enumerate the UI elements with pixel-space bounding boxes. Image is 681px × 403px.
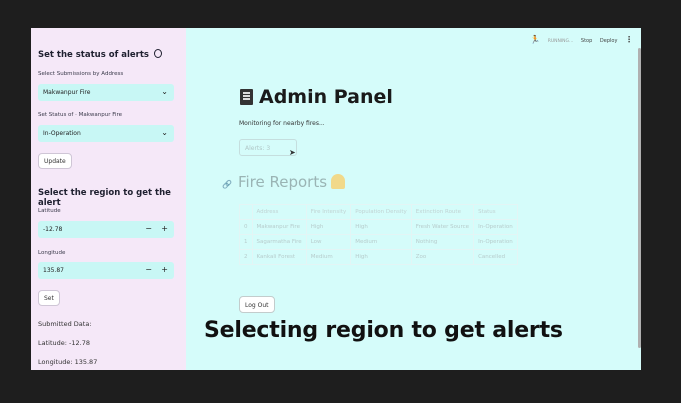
column-header[interactable]: Population Density (350, 204, 412, 220)
more-menu-icon[interactable]: ⋮ (625, 35, 633, 44)
column-header[interactable]: Address (251, 204, 307, 220)
table-row: 1 Sagarmatha Fire Low Medium Nothing In-… (239, 234, 518, 250)
address-select[interactable]: Makwanpur Fire ⌄ (38, 84, 174, 101)
status-select[interactable]: In-Operation ⌄ (38, 125, 174, 142)
bell-icon (331, 174, 346, 189)
decrement-button[interactable]: − (145, 224, 152, 233)
link-icon[interactable]: 🔗 (222, 180, 232, 189)
increment-button[interactable]: + (161, 224, 168, 233)
table-cell: Kankali Forest (251, 249, 307, 265)
increment-button[interactable]: + (161, 265, 168, 274)
table-cell: Medium (350, 234, 412, 250)
column-header[interactable]: Status (473, 204, 518, 220)
longitude-input[interactable]: 135.87 − + (38, 262, 174, 279)
scrollbar[interactable] (638, 48, 641, 348)
table-cell: Sagarmatha Fire (251, 234, 307, 250)
table-cell: In-Operation (473, 219, 518, 235)
chevron-down-icon: ⌄ (161, 128, 168, 137)
table-cell: 2 (239, 249, 253, 265)
video-caption: Selecting region to get alerts (204, 318, 563, 343)
running-status: RUNNING... (547, 39, 574, 44)
region-title: Select the region to get the alert (38, 188, 171, 208)
table-cell: Zoo (410, 249, 475, 265)
table-cell: Nothing (410, 234, 475, 250)
latitude-input[interactable]: -12.78 − + (38, 221, 174, 238)
table-row: 2 Kankali Forest Medium High Zoo Cancell… (239, 249, 518, 265)
table-cell: 1 (239, 234, 253, 250)
table-cell: 0 (239, 219, 253, 235)
column-header[interactable]: Extinction Route (410, 204, 475, 220)
table-cell: High (305, 219, 352, 235)
logout-button[interactable]: Log Out (239, 296, 275, 313)
table-cell: High (350, 249, 412, 265)
page-title: Admin Panel (240, 86, 393, 108)
fire-reports-table: Address Fire Intensity Population Densit… (239, 204, 518, 265)
status-title: Set the status of alerts (38, 49, 162, 60)
column-header (239, 204, 253, 220)
submitted-data-label: Submitted Data: (38, 320, 92, 328)
table-header-row: Address Fire Intensity Population Densit… (239, 204, 518, 220)
table-cell: Medium (305, 249, 352, 265)
latitude-label: Latitude (38, 208, 61, 214)
status-select-label: Set Status of · Makwanpur Fire (38, 112, 123, 118)
mouse-cursor-icon: ➤ (289, 148, 296, 157)
update-button[interactable]: Update (38, 153, 72, 169)
submitted-longitude: Longitude: 135.87 (38, 358, 98, 366)
stop-button[interactable]: Stop (581, 38, 592, 44)
deploy-button[interactable]: Deploy (600, 38, 618, 44)
top-toolbar: 🏃 RUNNING... Stop Deploy ⋮ (524, 35, 633, 44)
monitoring-text: Monitoring for nearby fires... (239, 120, 325, 127)
longitude-label: Longitude (38, 250, 66, 256)
table-row: 0 Makwanpur Fire High High Fresh Water S… (239, 219, 518, 235)
column-header[interactable]: Fire Intensity (305, 204, 352, 220)
running-icon: 🏃 (530, 35, 541, 44)
file-cabinet-icon (240, 89, 253, 105)
table-cell: Fresh Water Source (410, 219, 475, 235)
fire-reports-heading: 🔗 Fire Reports (222, 173, 346, 191)
table-cell: Cancelled (473, 249, 518, 265)
submitted-latitude: Latitude: -12.78 (38, 339, 90, 347)
set-button[interactable]: Set (38, 290, 60, 306)
table-cell: Low (305, 234, 352, 250)
decrement-button[interactable]: − (145, 265, 152, 274)
chevron-down-icon: ⌄ (161, 87, 168, 96)
table-cell: Makwanpur Fire (251, 219, 307, 235)
video-frame: Set the status of alerts Select Submissi… (0, 0, 681, 403)
select-address-label: Select Submissions by Address (38, 71, 124, 77)
sidebar: Set the status of alerts Select Submissi… (31, 28, 186, 370)
timer-icon (153, 49, 162, 58)
table-cell: In-Operation (473, 234, 518, 250)
table-cell: High (350, 219, 412, 235)
